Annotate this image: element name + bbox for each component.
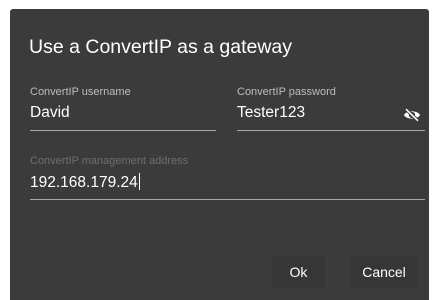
username-field[interactable]: ConvertIP username David	[30, 86, 216, 131]
password-underline	[237, 130, 425, 131]
address-input[interactable]: 192.168.179.24	[30, 174, 138, 191]
address-field[interactable]: ConvertIP management address 192.168.179…	[30, 155, 425, 200]
ok-button[interactable]: Ok	[272, 256, 325, 288]
address-underline	[30, 199, 425, 200]
username-input[interactable]: David	[30, 104, 70, 122]
username-underline	[30, 130, 216, 131]
password-input[interactable]: Tester123	[237, 104, 305, 122]
password-label: ConvertIP password	[237, 86, 336, 98]
eye-off-icon[interactable]	[403, 108, 421, 122]
gateway-dialog: Use a ConvertIP as a gateway ConvertIP u…	[10, 9, 429, 300]
username-label: ConvertIP username	[30, 86, 131, 98]
dialog-title: Use a ConvertIP as a gateway	[29, 36, 293, 58]
address-label: ConvertIP management address	[30, 155, 189, 167]
address-input-wrap[interactable]: 192.168.179.24	[30, 173, 140, 192]
cancel-button[interactable]: Cancel	[351, 256, 417, 288]
text-caret	[138, 173, 140, 190]
password-field[interactable]: ConvertIP password Tester123	[237, 86, 425, 131]
